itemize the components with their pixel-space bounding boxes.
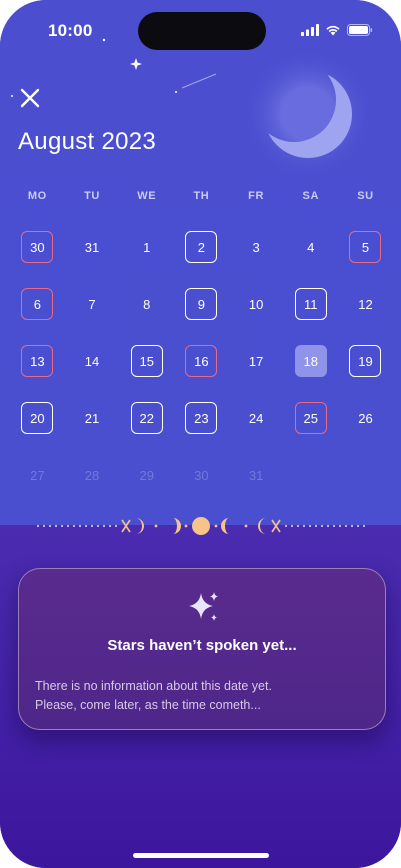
calendar-cell: 17 — [229, 344, 284, 378]
calendar-day[interactable]: 7 — [76, 288, 108, 320]
cellular-signal-icon — [301, 24, 319, 36]
calendar-cell: 8 — [119, 287, 174, 321]
calendar-cell: 30 — [10, 230, 65, 264]
calendar-week-row: 27 28 29 30 31 — [10, 458, 393, 515]
month-title: August 2023 — [18, 128, 157, 155]
calendar-week-row: 13 14 15 16 17 18 19 — [10, 344, 393, 401]
calendar-cell: 12 — [338, 287, 393, 321]
calendar-day: 31 — [248, 467, 264, 483]
calendar-cell: 14 — [65, 344, 120, 378]
weekday-header: MO TU WE TH FR SA SU — [10, 190, 393, 202]
card-body-line: Please, come later, as the time cometh..… — [35, 698, 261, 712]
calendar-day[interactable]: 24 — [240, 402, 272, 434]
card-body-line: There is no information about this date … — [35, 679, 272, 693]
calendar-cell: 31 — [65, 230, 120, 264]
sparkle-icon — [189, 592, 218, 621]
weekday-label: TU — [84, 190, 100, 202]
calendar-day[interactable]: 19 — [349, 345, 382, 377]
calendar-day[interactable]: 22 — [130, 402, 163, 434]
calendar-cell: 11 — [283, 287, 338, 321]
calendar-cell: 20 — [10, 401, 65, 435]
wifi-icon — [326, 25, 340, 36]
dynamic-island — [138, 12, 266, 50]
calendar-cell: 29 — [119, 458, 174, 492]
calendar-day[interactable]: 4 — [295, 231, 327, 263]
calendar-day: 30 — [194, 467, 209, 483]
crescent-moon-icon — [242, 48, 374, 180]
calendar-day[interactable]: 25 — [294, 402, 327, 434]
phone-screen: 10:00 August 2023 MO TU WE TH FR SA SU 3… — [0, 0, 401, 868]
calendar-day[interactable]: 15 — [130, 345, 163, 377]
calendar-cell: 15 — [119, 344, 174, 378]
moon-phase-divider — [37, 517, 365, 535]
calendar-week-row: 30 31 1 2 3 4 5 — [10, 230, 393, 287]
calendar-cell: 23 — [174, 401, 229, 435]
calendar-day[interactable]: 12 — [349, 288, 381, 320]
calendar-day[interactable]: 30 — [21, 231, 54, 263]
calendar-day: 27 — [30, 467, 45, 483]
calendar-cell: 19 — [338, 344, 393, 378]
home-indicator[interactable] — [133, 853, 269, 858]
calendar-day[interactable]: 20 — [21, 402, 54, 434]
calendar-day[interactable]: 3 — [240, 231, 272, 263]
calendar-cell: 30 — [174, 458, 229, 492]
calendar-day[interactable]: 11 — [294, 288, 327, 320]
calendar-day[interactable]: 16 — [185, 345, 218, 377]
calendar-day: 28 — [84, 467, 100, 483]
calendar-day[interactable]: 5 — [349, 231, 382, 263]
calendar-cell: 27 — [10, 458, 65, 492]
card-body: There is no information about this date … — [35, 677, 375, 715]
calendar-day[interactable]: 1 — [131, 231, 163, 263]
calendar-day[interactable]: 17 — [240, 345, 272, 377]
status-time: 10:00 — [48, 21, 93, 40]
calendar-day-selected[interactable]: 18 — [294, 345, 327, 377]
calendar-cell: 28 — [65, 458, 120, 492]
calendar-cell: 18 — [283, 344, 338, 378]
calendar-week-row: 6 7 8 9 10 11 12 — [10, 287, 393, 344]
calendar-cell: 3 — [229, 230, 284, 264]
calendar-cell: 16 — [174, 344, 229, 378]
calendar-cell: 4 — [283, 230, 338, 264]
calendar-cell: 2 — [174, 230, 229, 264]
weekday-label: SA — [302, 190, 320, 202]
weekday-label: TH — [193, 190, 210, 202]
calendar-cell: 10 — [229, 287, 284, 321]
weekday-label: FR — [248, 190, 265, 202]
calendar-day[interactable]: 31 — [76, 231, 108, 263]
calendar-cell: 9 — [174, 287, 229, 321]
calendar-day[interactable]: 8 — [131, 288, 163, 320]
calendar-day[interactable]: 14 — [76, 345, 108, 377]
battery-icon — [347, 24, 373, 36]
close-button[interactable] — [16, 84, 44, 112]
status-icons — [301, 24, 373, 36]
calendar-day[interactable]: 21 — [76, 402, 108, 434]
weekday-label: SU — [357, 190, 374, 202]
calendar-cell: 25 — [283, 401, 338, 435]
calendar-cell: 24 — [229, 401, 284, 435]
calendar-cell: 1 — [119, 230, 174, 264]
calendar-cell: 7 — [65, 287, 120, 321]
card-title: Stars haven’t spoken yet... — [107, 637, 297, 654]
calendar-day: 29 — [139, 467, 154, 483]
calendar-day[interactable]: 6 — [21, 288, 54, 320]
calendar-cell: 21 — [65, 401, 120, 435]
weekday-label: WE — [137, 190, 157, 202]
calendar-week-row: 20 21 22 23 24 25 26 — [10, 401, 393, 458]
calendar-cell: 26 — [338, 401, 393, 435]
calendar-day[interactable]: 9 — [185, 288, 218, 320]
calendar-cell: 5 — [338, 230, 393, 264]
calendar-day[interactable]: 2 — [185, 231, 218, 263]
no-info-card: Stars haven’t spoken yet... There is no … — [18, 568, 386, 730]
calendar-day[interactable]: 23 — [185, 402, 218, 434]
calendar-cell: 31 — [229, 458, 284, 492]
calendar-day[interactable]: 10 — [240, 288, 272, 320]
calendar-day[interactable]: 26 — [349, 402, 381, 434]
calendar-cell: 13 — [10, 344, 65, 378]
calendar-grid: 30 31 1 2 3 4 5 6 7 8 9 10 11 12 13 14 15 16 17 18 19 20 21 22 2… — [10, 230, 393, 515]
calendar-day[interactable]: 13 — [21, 345, 54, 377]
close-icon — [20, 88, 40, 108]
calendar-cell: 22 — [119, 401, 174, 435]
calendar-cell: 6 — [10, 287, 65, 321]
weekday-label: MO — [27, 190, 47, 202]
